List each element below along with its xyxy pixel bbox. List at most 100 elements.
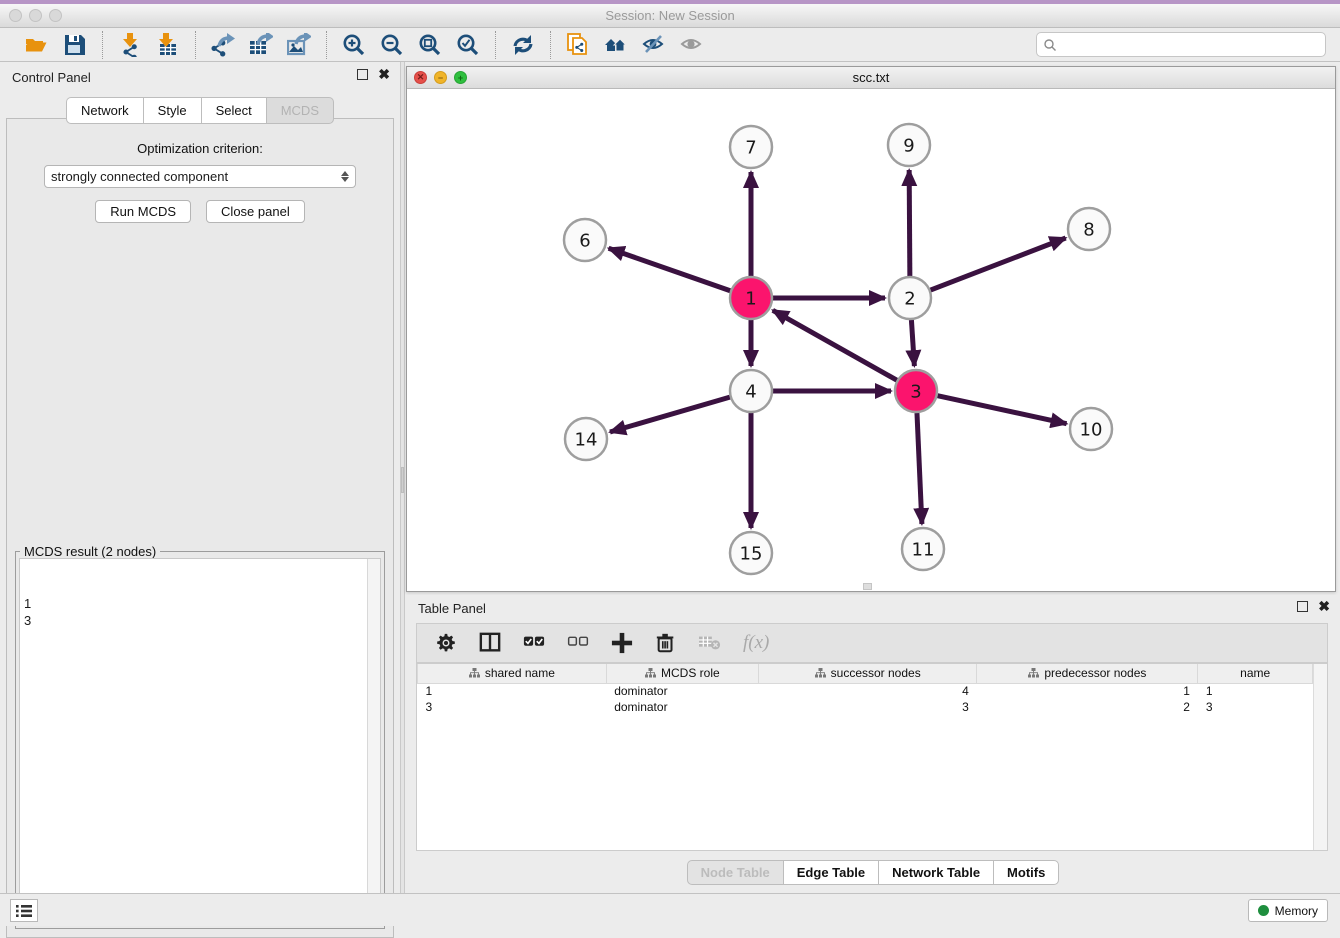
refresh-button[interactable]: [508, 31, 538, 59]
column-header-shared-name[interactable]: shared name: [418, 664, 607, 683]
edge-3-1[interactable]: [773, 310, 897, 380]
tab-style[interactable]: Style: [143, 97, 201, 124]
node-14[interactable]: 14: [565, 418, 607, 460]
float-panel-icon[interactable]: [357, 69, 368, 80]
tab-mcds[interactable]: MCDS: [266, 97, 334, 124]
search-box[interactable]: [1036, 32, 1326, 57]
import-network-button[interactable]: [115, 31, 145, 59]
network-close-button[interactable]: ✕: [414, 71, 427, 84]
node-3[interactable]: 3: [895, 370, 937, 412]
close-panel-icon[interactable]: ✖: [378, 69, 390, 80]
tab-edge-table[interactable]: Edge Table: [783, 860, 878, 885]
close-panel-button[interactable]: Close panel: [206, 200, 305, 223]
edge-2-8[interactable]: [931, 238, 1066, 290]
tab-network-table[interactable]: Network Table: [878, 860, 993, 885]
zoom-fit-button[interactable]: [415, 31, 445, 59]
table-cell[interactable]: 3: [1198, 699, 1313, 715]
show-eye-button[interactable]: [677, 31, 707, 59]
table-cell[interactable]: 2: [977, 699, 1198, 715]
network-window-titlebar[interactable]: ✕ − + scc.txt: [407, 67, 1335, 89]
homes-button[interactable]: [601, 31, 631, 59]
memory-button[interactable]: Memory: [1248, 899, 1328, 922]
search-input[interactable]: [1057, 38, 1325, 52]
node-4[interactable]: 4: [730, 370, 772, 412]
table-cell[interactable]: 3: [418, 699, 607, 715]
edge-3-11[interactable]: [917, 413, 922, 524]
select-all-button[interactable]: [523, 632, 545, 654]
table-cell[interactable]: 1: [418, 683, 607, 699]
node-2[interactable]: 2: [889, 277, 931, 319]
tab-network[interactable]: Network: [66, 97, 143, 124]
export-table-button[interactable]: [246, 31, 276, 59]
edges-layer: [609, 170, 1067, 528]
edge-4-14[interactable]: [610, 397, 730, 432]
optimization-criterion-select[interactable]: strongly connected component: [44, 165, 356, 188]
settings-button[interactable]: [435, 632, 457, 654]
table-float-panel-icon[interactable]: [1297, 601, 1308, 612]
minimize-window-button[interactable]: [29, 9, 42, 22]
edge-2-9[interactable]: [909, 170, 910, 276]
mcds-result-scrollbar[interactable]: [367, 559, 380, 924]
run-mcds-button[interactable]: Run MCDS: [95, 200, 191, 223]
column-header-predecessor-nodes[interactable]: predecessor nodes: [977, 664, 1198, 683]
add-button[interactable]: [611, 632, 633, 654]
network-maximize-button[interactable]: +: [454, 71, 467, 84]
task-history-button[interactable]: [10, 899, 38, 922]
select-all-icon: [523, 632, 545, 654]
table-cell[interactable]: 3: [759, 699, 977, 715]
export-network-button[interactable]: [208, 31, 238, 59]
edge-1-6[interactable]: [609, 248, 731, 290]
column-header-name[interactable]: name: [1198, 664, 1313, 683]
table-scrollbar[interactable]: [1313, 664, 1327, 850]
delete-table-button[interactable]: [699, 632, 721, 654]
tab-motifs[interactable]: Motifs: [993, 860, 1059, 885]
table-cell[interactable]: 4: [759, 683, 977, 699]
zoom-selected-button[interactable]: [453, 31, 483, 59]
node-11[interactable]: 11: [902, 528, 944, 570]
node-9[interactable]: 9: [888, 124, 930, 166]
tab-select[interactable]: Select: [201, 97, 266, 124]
node-10[interactable]: 10: [1070, 408, 1112, 450]
trash-button[interactable]: [655, 632, 677, 654]
table-row[interactable]: 3dominator323: [418, 699, 1313, 715]
save-button[interactable]: [60, 31, 90, 59]
duplicate-network-button[interactable]: [563, 31, 593, 59]
edge-3-10[interactable]: [937, 396, 1066, 424]
hide-eye-button[interactable]: [639, 31, 669, 59]
table-cell[interactable]: 1: [1198, 683, 1313, 699]
network-canvas[interactable]: 7 9 6 8 1 2 4 3 14 10 15 11: [407, 89, 1335, 591]
table-cell[interactable]: dominator: [606, 699, 758, 715]
splitter-handle[interactable]: [401, 467, 404, 493]
vertical-splitter[interactable]: [400, 62, 405, 893]
zoom-in-button[interactable]: [339, 31, 369, 59]
deselect-all-button[interactable]: [567, 632, 589, 654]
node-8[interactable]: 8: [1068, 208, 1110, 250]
mcds-result-list[interactable]: 13: [19, 558, 381, 925]
network-canvas-svg[interactable]: 7 9 6 8 1 2 4 3 14 10 15 11: [407, 89, 1335, 591]
table-close-panel-icon[interactable]: ✖: [1318, 601, 1330, 612]
node-7[interactable]: 7: [730, 126, 772, 168]
table-cell[interactable]: 1: [977, 683, 1198, 699]
node-1[interactable]: 1: [730, 277, 772, 319]
import-table-button[interactable]: [153, 31, 183, 59]
window-controls[interactable]: [9, 9, 62, 22]
export-image-button[interactable]: [284, 31, 314, 59]
tab-node-table[interactable]: Node Table: [687, 860, 783, 885]
split-view-button[interactable]: [479, 632, 501, 654]
column-header-successor-nodes[interactable]: successor nodes: [759, 664, 977, 683]
table-cell[interactable]: dominator: [606, 683, 758, 699]
table-row[interactable]: 1dominator411: [418, 683, 1313, 699]
zoom-out-button[interactable]: [377, 31, 407, 59]
edge-2-3[interactable]: [911, 320, 914, 366]
network-window-title: scc.txt: [407, 67, 1335, 88]
function-builder-button[interactable]: f(x): [743, 632, 769, 654]
column-header-MCDS-role[interactable]: MCDS role: [606, 664, 758, 683]
network-minimize-button[interactable]: −: [434, 71, 447, 84]
network-window-grip[interactable]: [863, 583, 872, 590]
open-button[interactable]: [22, 31, 52, 59]
node-6[interactable]: 6: [564, 219, 606, 261]
close-window-button[interactable]: [9, 9, 22, 22]
export-image-icon: [287, 33, 311, 57]
node-15[interactable]: 15: [730, 532, 772, 574]
maximize-window-button[interactable]: [49, 9, 62, 22]
